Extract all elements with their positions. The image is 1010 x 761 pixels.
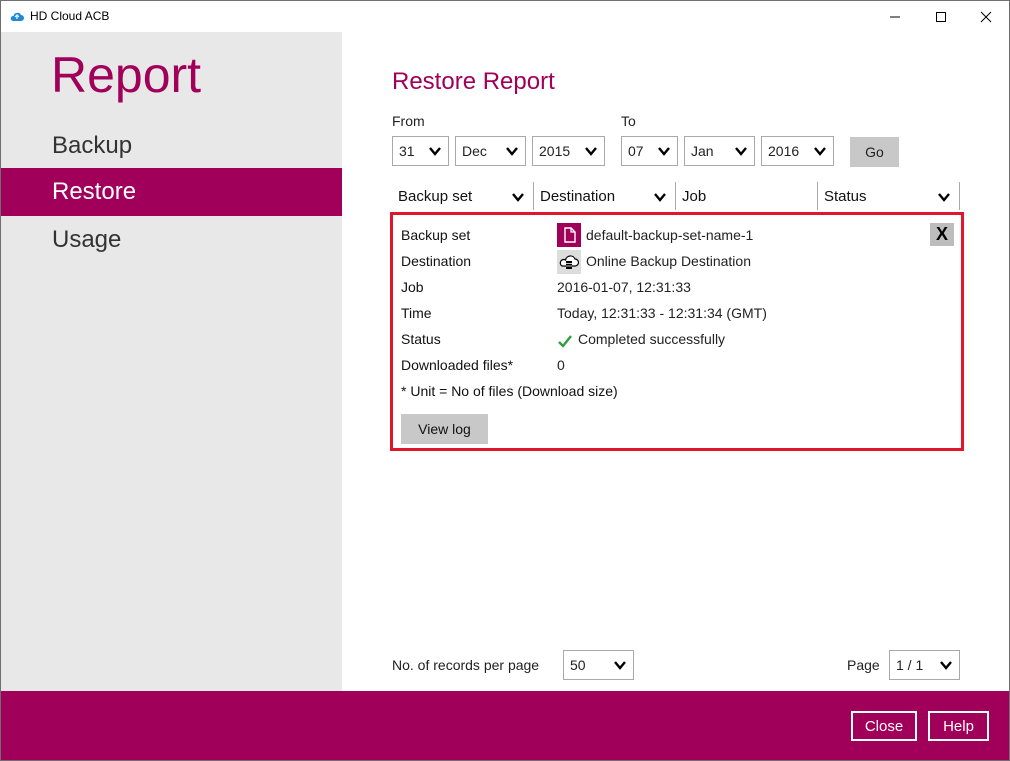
cloud-destination-icon — [557, 250, 581, 274]
detail-value: 0 — [557, 357, 565, 373]
column-header-backup-set[interactable]: Backup set — [392, 182, 534, 210]
detail-value: default-backup-set-name-1 — [586, 227, 754, 243]
chevron-down-icon — [429, 147, 441, 156]
detail-label: Time — [401, 305, 432, 321]
column-header-label: Backup set — [398, 187, 473, 205]
detail-label: Status — [401, 331, 441, 347]
detail-value: Today, 12:31:33 - 12:31:34 (GMT) — [557, 305, 767, 321]
select-value: 07 — [628, 143, 644, 159]
footer-bar: Close Help — [1, 691, 1009, 760]
records-per-page-select[interactable]: 50 — [563, 650, 634, 680]
detail-value: Online Backup Destination — [586, 253, 751, 269]
chevron-down-icon — [512, 193, 524, 202]
close-button[interactable]: Close — [851, 711, 917, 741]
to-year-select[interactable]: 2016 — [761, 136, 834, 166]
minimize-icon — [890, 16, 900, 17]
sidebar-item-label: Usage — [52, 226, 122, 253]
detail-close-button[interactable]: X — [930, 223, 954, 246]
detail-value: 2016-01-07, 12:31:33 — [557, 279, 691, 295]
sidebar-title: Report — [51, 47, 202, 103]
select-value: Jan — [691, 143, 714, 159]
go-button[interactable]: Go — [850, 137, 899, 167]
title-bar: HD Cloud ACB — [1, 1, 1009, 32]
view-log-button[interactable]: View log — [401, 414, 488, 444]
window-title: HD Cloud ACB — [30, 9, 110, 23]
maximize-button[interactable] — [918, 1, 964, 32]
sidebar-item-backup[interactable]: Backup — [1, 122, 342, 170]
select-value: Dec — [462, 143, 487, 159]
from-year-select[interactable]: 2015 — [532, 136, 605, 166]
chevron-down-icon — [940, 661, 952, 670]
to-day-select[interactable]: 07 — [621, 136, 678, 166]
detail-label: Destination — [401, 253, 472, 269]
column-header-destination[interactable]: Destination — [534, 182, 676, 210]
column-header-label: Job — [682, 187, 707, 205]
page-label: Page — [847, 657, 880, 673]
chevron-down-icon — [585, 147, 597, 156]
select-value: 1 / 1 — [896, 657, 924, 673]
file-icon — [557, 223, 581, 247]
minimize-button[interactable] — [872, 1, 918, 32]
chevron-down-icon — [654, 193, 666, 202]
detail-label: Job — [401, 279, 424, 295]
column-header-label: Status — [824, 187, 867, 205]
restore-detail-panel: X Backup set default-backup-set-name-1 D… — [390, 212, 964, 451]
sidebar-item-usage[interactable]: Usage — [1, 216, 342, 264]
select-value: 2015 — [539, 143, 571, 159]
select-value: 31 — [399, 143, 415, 159]
column-header-job[interactable]: Job — [676, 182, 818, 210]
page-select[interactable]: 1 / 1 — [889, 650, 960, 680]
unit-note: * Unit = No of files (Download size) — [401, 383, 618, 399]
chevron-down-icon — [814, 147, 826, 156]
maximize-icon — [936, 11, 946, 22]
select-value: 50 — [570, 657, 586, 673]
from-month-select[interactable]: Dec — [455, 136, 526, 166]
sidebar-item-label: Backup — [52, 132, 133, 159]
to-label: To — [621, 113, 636, 129]
chevron-down-icon — [938, 193, 950, 202]
column-header-status[interactable]: Status — [818, 182, 960, 210]
detail-label: Downloaded files* — [401, 357, 514, 373]
main-panel: Restore Report From To 31 Dec 2015 07 Ja… — [342, 32, 1009, 691]
from-label: From — [392, 113, 425, 129]
detail-value: Completed successfully — [578, 331, 726, 347]
chevron-down-icon — [614, 661, 626, 670]
window-close-button[interactable] — [963, 1, 1009, 32]
app-window: HD Cloud ACB Report Backup Restore Usage… — [0, 0, 1010, 761]
close-icon — [980, 11, 992, 22]
chevron-down-icon — [506, 147, 518, 156]
checkmark-icon — [558, 335, 572, 348]
select-value: 2016 — [768, 143, 800, 159]
from-day-select[interactable]: 31 — [392, 136, 449, 166]
page-title: Restore Report — [392, 68, 555, 95]
help-button[interactable]: Help — [928, 711, 989, 741]
chevron-down-icon — [658, 147, 670, 156]
to-month-select[interactable]: Jan — [684, 136, 755, 166]
sidebar-item-label: Restore — [52, 178, 137, 205]
cloud-icon — [10, 12, 24, 21]
detail-label: Backup set — [401, 227, 471, 243]
sidebar: Report Backup Restore Usage — [1, 32, 342, 691]
column-header-label: Destination — [540, 187, 616, 205]
records-per-page-label: No. of records per page — [392, 657, 540, 673]
sidebar-item-restore[interactable]: Restore — [1, 168, 342, 216]
chevron-down-icon — [735, 147, 747, 156]
